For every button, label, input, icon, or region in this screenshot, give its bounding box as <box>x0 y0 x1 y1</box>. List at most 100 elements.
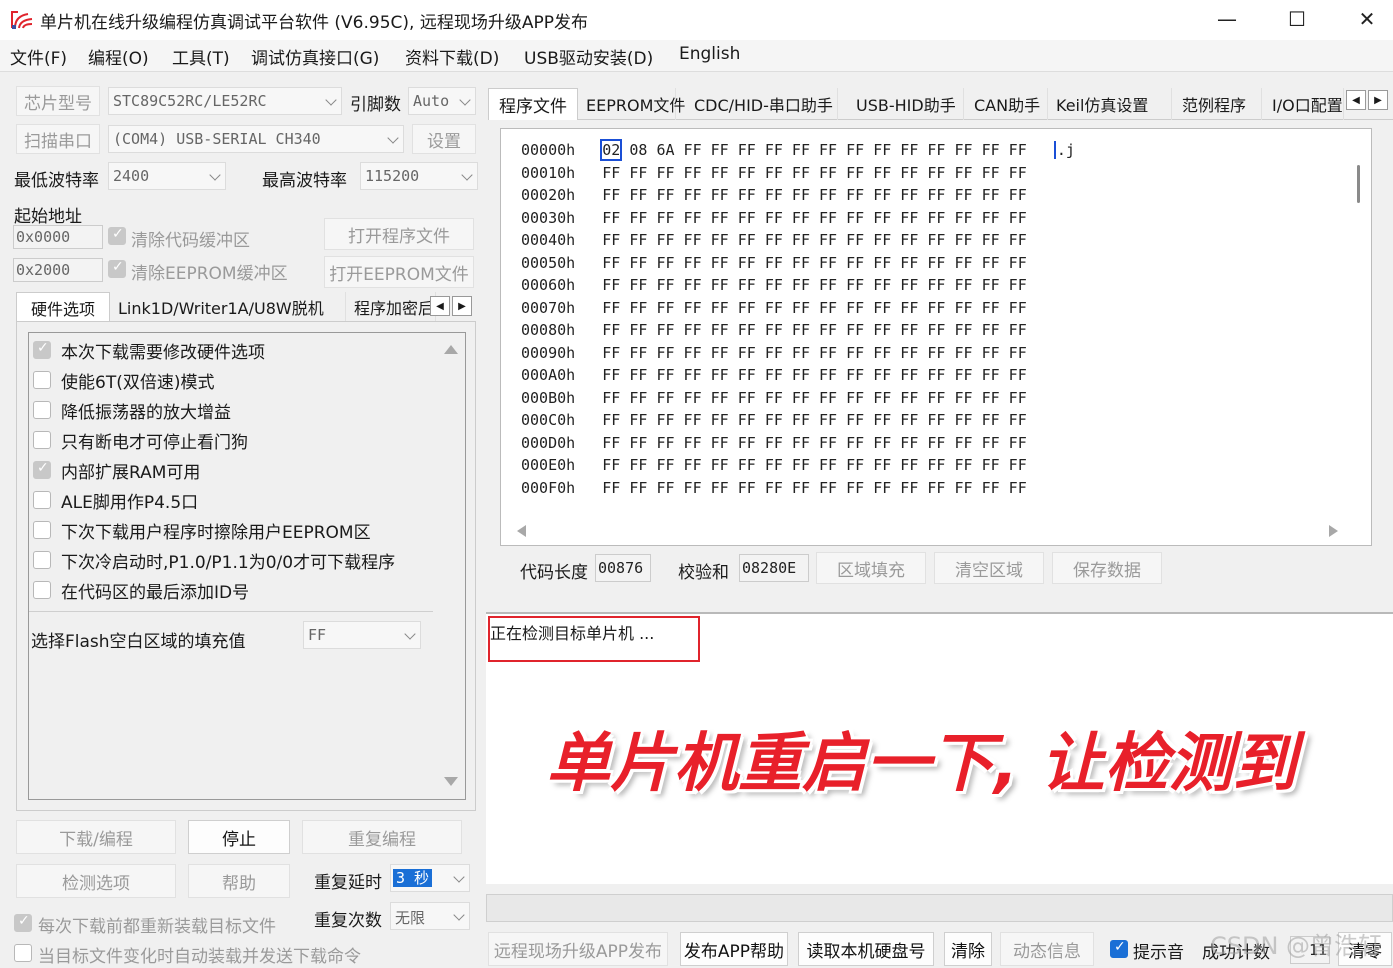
left-tabbar: 硬件选项 Link1D/Writer1A/U8W脱机 程序加密后 ◀ ▶ <box>16 292 478 322</box>
option-checkbox-add-id[interactable] <box>33 581 51 599</box>
eeprom-start-address-input[interactable]: 0x2000 <box>13 258 103 282</box>
hex-cursor-byte[interactable]: 02 <box>600 139 623 161</box>
code-length-label: 代码长度 <box>520 563 588 583</box>
tab-eeprom-file[interactable]: EEPROM文件 <box>578 88 685 120</box>
tab-cdc-hid-serial[interactable]: CDC/HID-串口助手 <box>686 88 838 120</box>
reload-before-download-checkbox[interactable] <box>14 913 32 932</box>
highlight-box <box>488 616 700 662</box>
reprogram-button[interactable]: 重复编程 <box>302 820 462 854</box>
chip-model-label: 芯片型号 <box>16 86 100 116</box>
hex-row: 00090h FF FF FF FF FF FF FF FF FF FF FF … <box>521 344 1027 367</box>
tab-usb-hid[interactable]: USB-HID助手 <box>848 88 964 120</box>
tab-scroll-left-button[interactable]: ◀ <box>430 296 450 316</box>
menu-tools[interactable]: 工具(T) <box>172 44 230 69</box>
option-checkbox-watchdog[interactable] <box>33 431 51 449</box>
option-checkbox-cold-start[interactable] <box>33 551 51 569</box>
publish-remote-app-button[interactable]: 远程现场升级APP发布 <box>488 932 668 966</box>
pins-select[interactable]: Auto <box>408 87 476 115</box>
hex-address: 000C0h <box>521 411 576 429</box>
option-checkbox-6t[interactable] <box>33 371 51 389</box>
max-baud-value: 115200 <box>365 167 420 185</box>
fill-value-select[interactable]: FF <box>303 621 421 649</box>
stop-button[interactable]: 停止 <box>188 820 290 854</box>
close-button[interactable]: ✕ <box>1347 4 1387 34</box>
hex-bytes: FF FF FF FF FF FF FF FF FF FF FF FF FF F… <box>602 209 1027 227</box>
option-checkbox-modify-hw[interactable] <box>33 340 51 359</box>
hex-bytes: FF FF FF FF FF FF FF FF FF FF FF FF FF F… <box>602 366 1027 384</box>
hex-vertical-scrollbar[interactable] <box>1357 165 1360 203</box>
code-start-address-input[interactable]: 0x0000 <box>13 225 103 249</box>
options-scrollbar[interactable] <box>437 333 465 799</box>
settings-button[interactable]: 设置 <box>412 124 476 154</box>
clear-button[interactable]: 清除 <box>944 932 992 966</box>
menu-program[interactable]: 编程(O) <box>88 44 149 69</box>
hex-row: 00000h 02 08 6A FF FF FF FF FF FF FF FF … <box>521 139 1075 164</box>
tab-keil-debug[interactable]: Keil仿真设置 <box>1048 88 1172 120</box>
option-checkbox-erase-eeprom[interactable] <box>33 521 51 539</box>
watermark: CSDN @曾浩轩 <box>1210 932 1383 960</box>
max-baud-label: 最高波特率 <box>262 171 347 191</box>
chevron-down-icon <box>453 871 465 883</box>
tab-scroll-right-button[interactable]: ▶ <box>452 296 472 316</box>
tab-scroll-left-button[interactable]: ◀ <box>1346 90 1366 110</box>
scroll-up-icon[interactable] <box>444 345 458 354</box>
scroll-left-icon[interactable] <box>517 525 526 537</box>
read-disk-id-button[interactable]: 读取本机硬盘号 <box>798 932 934 966</box>
menu-file[interactable]: 文件(F) <box>10 44 67 69</box>
tab-can[interactable]: CAN助手 <box>966 88 1048 120</box>
hex-address: 00000h <box>521 141 576 159</box>
menu-debug[interactable]: 调试仿真接口(G) <box>251 44 379 69</box>
fill-area-button[interactable]: 区域填充 <box>816 552 926 584</box>
hex-row: 000B0h FF FF FF FF FF FF FF FF FF FF FF … <box>521 389 1027 412</box>
option-label: 使能6T(双倍速)模式 <box>61 373 215 393</box>
clear-eeprom-checkbox[interactable] <box>108 259 126 278</box>
publish-app-help-button[interactable]: 发布APP帮助 <box>680 932 788 966</box>
port-select[interactable]: (COM4) USB-SERIAL CH340 <box>108 125 404 153</box>
chevron-down-icon <box>209 169 221 181</box>
beep-checkbox[interactable] <box>1110 939 1128 958</box>
clear-code-checkbox[interactable] <box>108 226 126 245</box>
menu-download[interactable]: 资料下载(D) <box>405 44 499 69</box>
hex-address: 00080h <box>521 321 576 339</box>
chip-model-select[interactable]: STC89C52RC/LE52RC <box>108 87 342 115</box>
hex-bytes: FF FF FF FF FF FF FF FF FF FF FF FF FF F… <box>602 231 1027 249</box>
min-baud-value: 2400 <box>113 167 150 185</box>
tab-examples[interactable]: 范例程序 <box>1174 88 1262 120</box>
save-data-button[interactable]: 保存数据 <box>1052 552 1162 584</box>
download-program-button[interactable]: 下载/编程 <box>16 820 176 854</box>
tab-encryption[interactable]: 程序加密后 <box>346 292 436 322</box>
chip-model-value: STC89C52RC/LE52RC <box>113 92 267 110</box>
pins-label: 引脚数 <box>350 95 401 115</box>
max-baud-select[interactable]: 115200 <box>360 162 478 190</box>
minimize-button[interactable]: — <box>1207 4 1247 34</box>
window-title: 单片机在线升级编程仿真调试平台软件 (V6.95C), 远程现场升级APP发布 <box>40 13 588 33</box>
repeat-count-select[interactable]: 无限 <box>390 902 470 930</box>
tab-hardware-options[interactable]: 硬件选项 <box>16 292 110 322</box>
menu-english[interactable]: English <box>679 44 740 64</box>
tab-link1d-offline[interactable]: Link1D/Writer1A/U8W脱机 <box>110 292 346 322</box>
maximize-button[interactable]: ☐ <box>1277 4 1317 34</box>
auto-load-checkbox[interactable] <box>14 944 32 962</box>
min-baud-label: 最低波特率 <box>14 171 99 191</box>
scroll-right-icon[interactable] <box>1329 525 1338 537</box>
scroll-down-icon[interactable] <box>444 777 458 786</box>
option-checkbox-xram[interactable] <box>33 460 51 479</box>
menu-usb-driver[interactable]: USB驱动安装(D) <box>524 44 653 69</box>
check-options-button[interactable]: 检测选项 <box>16 864 176 898</box>
repeat-delay-select[interactable]: 3 秒 <box>390 864 470 892</box>
dynamic-info-button[interactable]: 动态信息 <box>1000 932 1094 966</box>
option-checkbox-ale[interactable] <box>33 491 51 509</box>
tab-scroll-right-button[interactable]: ▶ <box>1368 90 1388 110</box>
min-baud-select[interactable]: 2400 <box>108 162 226 190</box>
hex-address: 00060h <box>521 276 576 294</box>
open-program-file-button[interactable]: 打开程序文件 <box>324 218 474 250</box>
hex-view[interactable]: 00000h 02 08 6A FF FF FF FF FF FF FF FF … <box>500 128 1372 546</box>
clear-area-button[interactable]: 清空区域 <box>934 552 1044 584</box>
tab-program-file[interactable]: 程序文件 <box>488 88 578 120</box>
hex-bytes: FF FF FF FF FF FF FF FF FF FF FF FF FF F… <box>602 299 1027 317</box>
help-button[interactable]: 帮助 <box>188 864 290 898</box>
tab-io-config[interactable]: I/O口配置 <box>1264 88 1344 120</box>
open-eeprom-file-button[interactable]: 打开EEPROM文件 <box>324 256 474 288</box>
option-checkbox-osc-gain[interactable] <box>33 401 51 419</box>
scan-port-button[interactable]: 扫描串口 <box>16 124 100 154</box>
